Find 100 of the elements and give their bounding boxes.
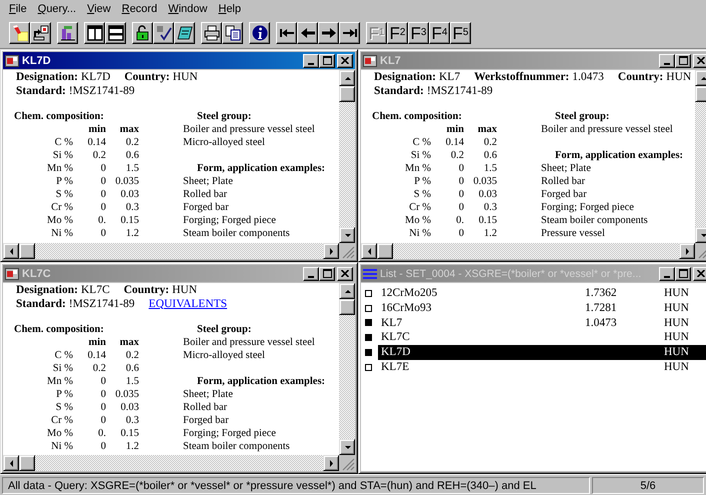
list-row[interactable]: KL7D HUN bbox=[378, 345, 706, 360]
mark-checkbox[interactable] bbox=[365, 304, 372, 312]
table-cell-text: 0. bbox=[455, 214, 464, 227]
vertical-scrollbar[interactable] bbox=[339, 70, 355, 243]
scroll-thumb[interactable] bbox=[339, 299, 355, 315]
toolbar-button[interactable] bbox=[297, 22, 318, 44]
column-header: min bbox=[445, 123, 464, 136]
field-value: HUN bbox=[172, 284, 198, 296]
close-button[interactable] bbox=[337, 266, 353, 280]
close-icon bbox=[341, 57, 349, 64]
menu-item[interactable]: Record bbox=[118, 3, 162, 15]
table-cell-text: 0 bbox=[458, 201, 464, 214]
mark-checkbox[interactable] bbox=[365, 319, 372, 326]
mark-checkbox[interactable] bbox=[365, 334, 372, 342]
scroll-right-button[interactable] bbox=[323, 455, 339, 471]
printer-icon bbox=[204, 25, 220, 41]
toolbar-button[interactable] bbox=[222, 22, 243, 44]
close-button[interactable] bbox=[337, 54, 353, 68]
columns-icon bbox=[86, 25, 102, 41]
toolbar-button[interactable] bbox=[84, 22, 105, 44]
detail-text: Sheet; Plate bbox=[183, 175, 234, 188]
table-cell-text: 0.14 bbox=[86, 136, 106, 149]
hyperlink[interactable]: EQUIVALENTS bbox=[148, 298, 228, 311]
maximize-button[interactable] bbox=[319, 266, 335, 280]
list-row[interactable]: KL7C HUN bbox=[378, 330, 706, 346]
vertical-scrollbar[interactable] bbox=[339, 283, 355, 455]
detail-text: Micro-alloyed steel bbox=[183, 136, 266, 149]
scroll-up-button[interactable] bbox=[339, 283, 355, 299]
scroll-left-button[interactable] bbox=[3, 455, 19, 471]
minimize-button[interactable] bbox=[659, 266, 675, 280]
mark-checkbox[interactable] bbox=[365, 349, 372, 356]
chart-icon bbox=[60, 25, 76, 41]
list-row[interactable]: 12CrMo205 1.7362 HUN bbox=[378, 286, 706, 301]
menu-item[interactable]: Query... bbox=[34, 3, 80, 15]
window-title-bar[interactable]: KL7D bbox=[3, 52, 355, 69]
menu-item[interactable]: Help bbox=[214, 3, 245, 15]
table-cell-text: 0.2 bbox=[124, 349, 139, 362]
scroll-right-button[interactable] bbox=[679, 243, 695, 259]
maximize-button[interactable] bbox=[675, 54, 691, 68]
toolbar-button[interactable] bbox=[249, 22, 270, 44]
toolbar-button[interactable] bbox=[132, 22, 153, 44]
scroll-left-button[interactable] bbox=[361, 243, 377, 259]
lock-icon bbox=[134, 25, 150, 41]
minimize-icon bbox=[664, 276, 670, 278]
toolbar-button[interactable] bbox=[105, 22, 126, 44]
horizontal-scrollbar[interactable] bbox=[3, 455, 355, 471]
window-title: KL7C bbox=[22, 268, 52, 280]
horizontal-scrollbar[interactable] bbox=[3, 243, 355, 259]
scroll-thumb[interactable] bbox=[377, 243, 393, 259]
field-value: 1.0473 bbox=[572, 71, 604, 83]
field-value: KL7D bbox=[80, 71, 110, 83]
scroll-right-button[interactable] bbox=[323, 243, 339, 259]
toolbar-button[interactable] bbox=[318, 22, 339, 44]
toolbar-button[interactable] bbox=[9, 22, 30, 44]
toolbar-button[interactable] bbox=[30, 22, 51, 44]
maximize-button[interactable] bbox=[675, 266, 691, 280]
element-label: S % bbox=[54, 188, 73, 201]
toolbar-button[interactable] bbox=[153, 22, 174, 44]
horizontal-scrollbar[interactable] bbox=[361, 243, 706, 259]
menu-item[interactable]: Window bbox=[164, 3, 212, 15]
toolbar-button[interactable] bbox=[57, 22, 78, 44]
flashlight-icon bbox=[12, 25, 28, 41]
close-button[interactable] bbox=[693, 266, 706, 280]
field-value: !MSZ1741-89 bbox=[426, 84, 493, 96]
field-label: Standard: bbox=[16, 84, 66, 96]
detail-text: Boiler and pressure vessel steel bbox=[183, 336, 316, 349]
scroll-up-button[interactable] bbox=[339, 70, 355, 86]
scroll-thumb[interactable] bbox=[19, 243, 35, 259]
minimize-button[interactable] bbox=[303, 266, 319, 280]
list-row[interactable]: KL7 1.0473 HUN bbox=[378, 316, 706, 330]
minimize-button[interactable] bbox=[659, 54, 675, 68]
section-heading: Chem. composition: bbox=[371, 110, 463, 123]
mark-checkbox[interactable] bbox=[365, 290, 372, 297]
scroll-thumb[interactable] bbox=[339, 86, 355, 102]
table-cell-text: 0.3 bbox=[482, 201, 497, 214]
toolbar-button[interactable] bbox=[339, 22, 360, 44]
table-cell-text: 0.14 bbox=[86, 349, 106, 362]
menu-item[interactable]: File bbox=[5, 3, 31, 15]
scroll-down-button[interactable] bbox=[339, 439, 355, 455]
list-row[interactable]: 16CrMo93 1.7281 HUN bbox=[378, 300, 706, 316]
scroll-down-button[interactable] bbox=[339, 227, 355, 243]
close-button[interactable] bbox=[693, 54, 706, 68]
table-cell: 1.0473 bbox=[585, 316, 617, 329]
scroll-left-button[interactable] bbox=[3, 243, 19, 259]
element-label: Cr % bbox=[50, 201, 73, 214]
detail-text: Forged bar bbox=[183, 414, 230, 427]
maximize-button[interactable] bbox=[319, 54, 335, 68]
table-cell-text: 0.035 bbox=[114, 175, 139, 188]
field-label: Designation: bbox=[374, 71, 436, 83]
table-cell-text: 1.5 bbox=[482, 162, 497, 175]
section-heading: Form, application examples: bbox=[196, 162, 326, 175]
menu-item[interactable]: View bbox=[83, 3, 115, 15]
mark-checkbox[interactable] bbox=[365, 364, 372, 371]
scroll-thumb[interactable] bbox=[19, 455, 35, 471]
list-row[interactable]: KL7E HUN bbox=[378, 360, 706, 375]
toolbar-button[interactable] bbox=[201, 22, 222, 44]
toolbar-button[interactable] bbox=[174, 22, 195, 44]
element-label: P % bbox=[55, 388, 73, 401]
minimize-button[interactable] bbox=[303, 54, 319, 68]
toolbar-button[interactable] bbox=[276, 22, 297, 44]
